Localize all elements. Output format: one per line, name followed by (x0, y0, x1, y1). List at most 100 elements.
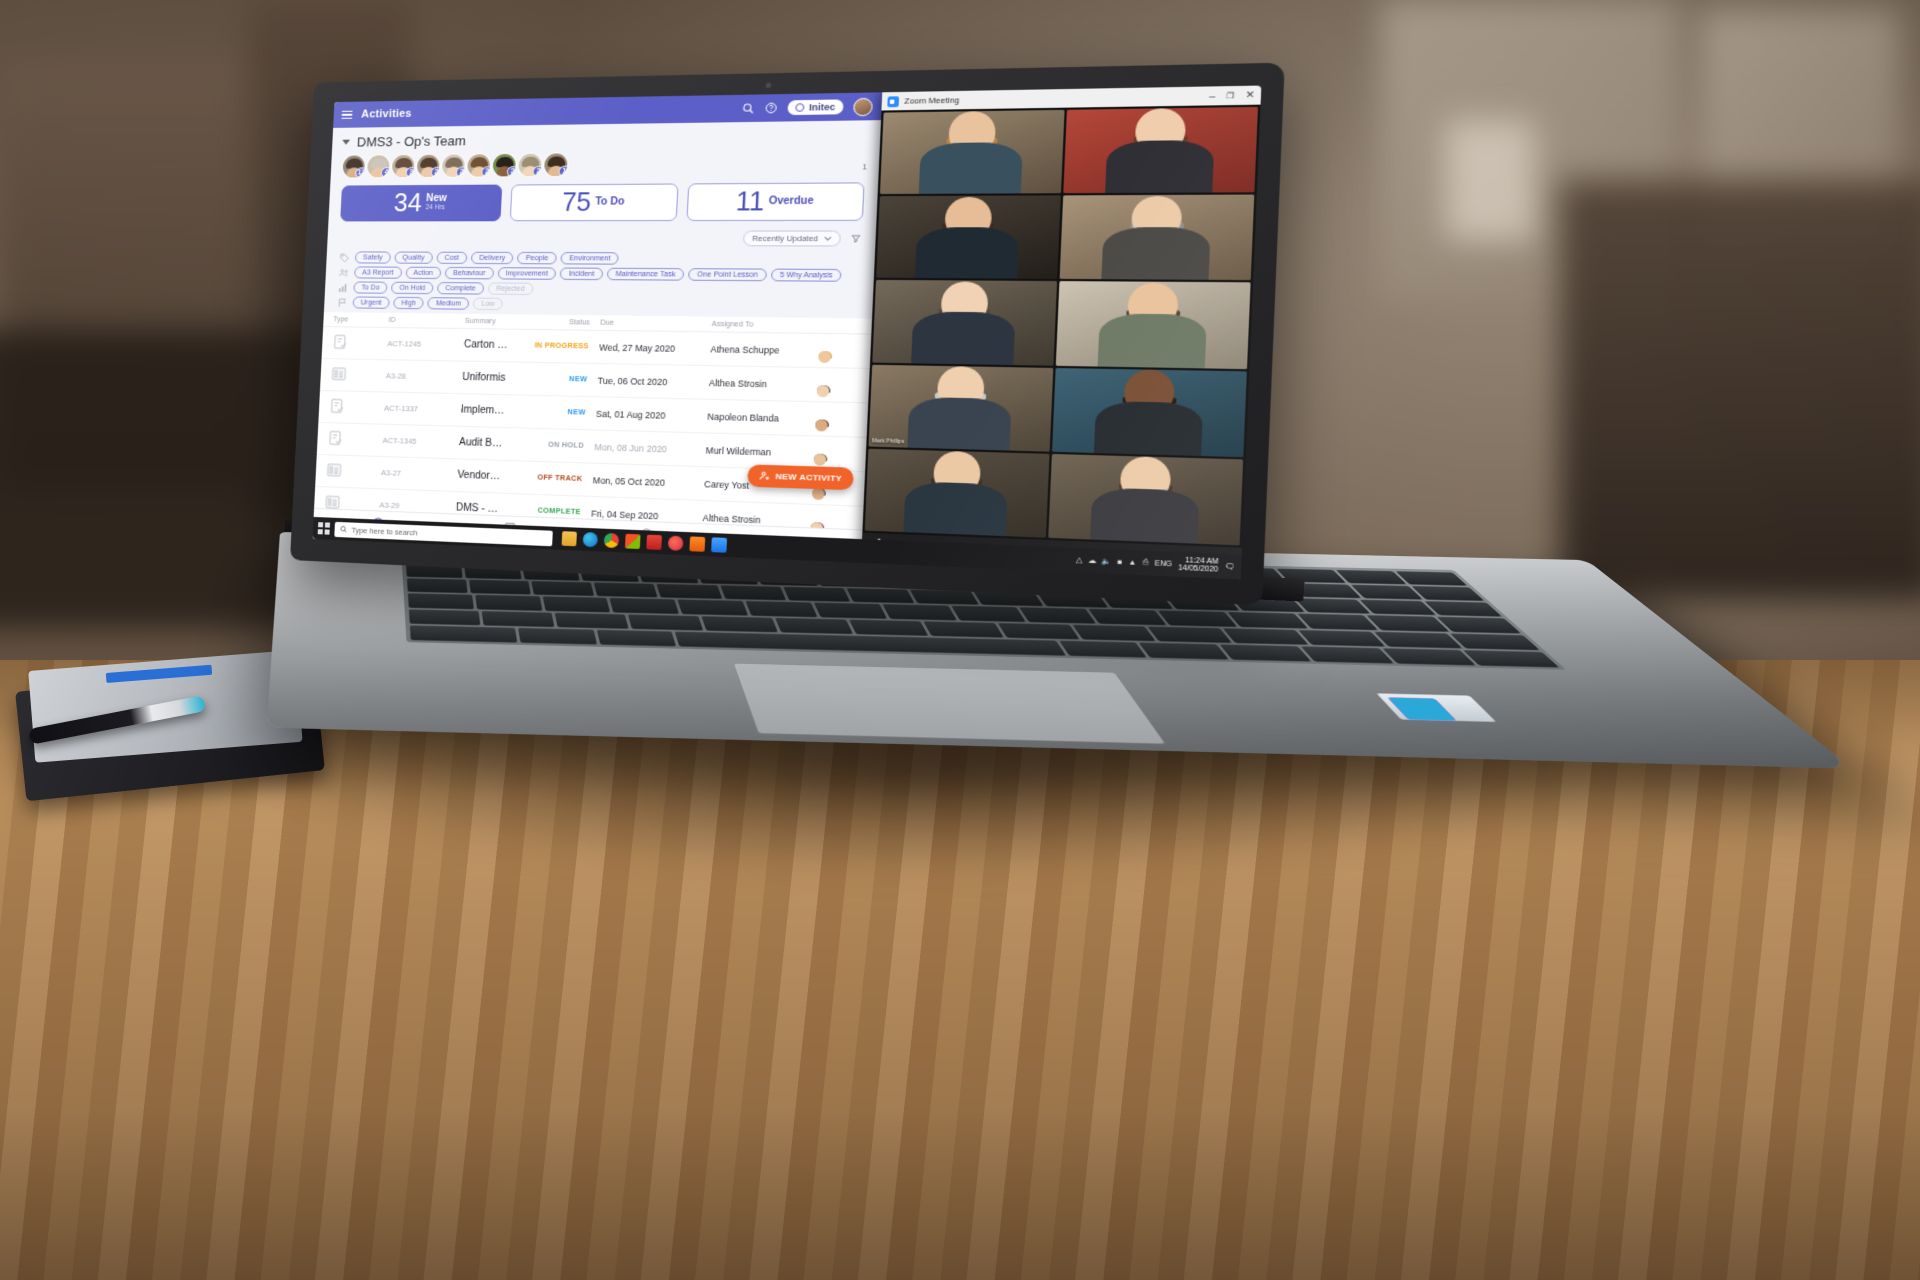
member-avatar[interactable]: 3 (391, 154, 415, 178)
participant-tile[interactable] (872, 280, 1058, 366)
chrome-browser-icon[interactable] (603, 532, 620, 549)
filter-funnel-icon[interactable] (849, 234, 862, 244)
chevron-down-icon[interactable] (342, 139, 351, 145)
search-icon[interactable] (742, 102, 756, 115)
battery-icon[interactable]: ■ (1117, 558, 1122, 566)
maximize-button[interactable]: ❐ (1226, 91, 1234, 100)
status-badge: NEW (567, 409, 586, 417)
chip-high[interactable]: High (393, 296, 425, 310)
activities-app: Activities Initec DMS3 - Op's Team 13 4 … (312, 92, 883, 563)
clock-date: 14/05/2020 (1177, 564, 1219, 574)
member-avatar[interactable]: 2 (441, 154, 466, 177)
activities-table: Type ID Summary Status Due Assigned To A… (314, 312, 872, 530)
chip-maintenance-task[interactable]: Maintenance Task (606, 267, 685, 281)
chip-low[interactable]: Low (473, 297, 504, 311)
chip-action[interactable]: Action (405, 266, 442, 280)
status-badge: COMPLETE (537, 507, 581, 517)
kpi-sublabel: 24 Hrs (425, 203, 446, 212)
pdf-reader-icon[interactable] (646, 534, 662, 550)
screen-recorder-icon[interactable] (667, 535, 684, 551)
kpi-cards: 34 New 24 Hrs 75 To Do 11 Overdue (328, 180, 878, 229)
chip-rejected[interactable]: Rejected (487, 282, 534, 296)
laptop: Activities Initec DMS3 - Op's Team 13 4 … (266, 62, 1854, 820)
chip-5-why-analysis[interactable]: 5 Why Analysis (770, 268, 842, 282)
messaging-icon[interactable] (689, 536, 706, 552)
hamburger-icon[interactable] (341, 110, 353, 120)
windows-start-icon[interactable] (317, 522, 331, 535)
column-header-summary: Summary (464, 317, 496, 326)
participant-tile[interactable] (864, 448, 1051, 538)
volume-icon[interactable]: 🔈 (1102, 557, 1112, 566)
taskbar-clock[interactable]: 11:24 AM 14/05/2020 (1178, 556, 1219, 575)
system-tray: △ ☁ 🔈 ■ ▲ ⎙ ENG 11:24 AM 14/05/2020 🗨 (1076, 552, 1236, 575)
minimize-button[interactable]: – (1209, 90, 1216, 101)
chip-medium[interactable]: Medium (427, 297, 470, 310)
microsoft-store-icon[interactable] (624, 533, 641, 550)
sort-label: Recently Updated (751, 233, 819, 244)
participant-tile[interactable] (875, 195, 1062, 280)
participant-tile[interactable]: Mark Phillips (868, 364, 1054, 452)
new-activity-label: NEW ACTIVITY (775, 471, 843, 484)
edge-browser-icon[interactable] (582, 532, 599, 548)
chip-behaviour[interactable]: Behaviour (444, 266, 494, 280)
chip-to-do[interactable]: To Do (353, 281, 388, 294)
org-pill[interactable]: Initec (787, 99, 844, 116)
activity-summary: Vendor Analysis Audit (457, 469, 502, 483)
language-indicator[interactable]: ENG (1155, 559, 1173, 568)
onedrive-icon[interactable]: ☁ (1088, 556, 1096, 565)
participant-tile[interactable] (1056, 281, 1251, 369)
chip-delivery[interactable]: Delivery (470, 251, 514, 265)
kpi-card-new[interactable]: 34 New 24 Hrs (340, 184, 502, 222)
zoom-logo-icon (887, 95, 899, 107)
participant-tile[interactable] (1060, 194, 1255, 281)
new-activity-button[interactable]: NEW ACTIVITY (747, 464, 854, 491)
people-icon (337, 267, 350, 278)
search-placeholder: Type here to search (351, 525, 418, 537)
member-avatar[interactable]: 2 (492, 153, 517, 177)
member-avatar[interactable]: 4 (366, 155, 390, 178)
user-avatar[interactable] (852, 97, 873, 116)
sort-dropdown[interactable]: Recently Updated (742, 230, 841, 247)
kpi-value: 34 (393, 188, 423, 217)
participant-tile[interactable] (1052, 367, 1247, 457)
chip-environment[interactable]: Environment (560, 252, 620, 265)
member-avatar[interactable]: 2 (416, 154, 440, 178)
kpi-card-todo[interactable]: 75 To Do (509, 183, 679, 222)
chip-incident[interactable]: Incident (560, 267, 604, 281)
show-hidden-icon[interactable]: △ (1076, 556, 1082, 565)
sort-filter-row: Recently Updated (327, 229, 876, 250)
kpi-card-overdue[interactable]: 11 Overdue (686, 182, 865, 222)
chip-one-point-lesson[interactable]: One Point Lesson (688, 268, 767, 282)
member-avatar[interactable]: 1 (543, 153, 568, 177)
trackpad[interactable] (732, 662, 1167, 745)
close-button[interactable]: ✕ (1245, 89, 1255, 101)
due-date: Tue, 06 Oct 2020 (597, 374, 668, 387)
member-count-badge: 4 (380, 167, 390, 178)
search-icon (339, 525, 347, 533)
bar-chart-icon (338, 283, 347, 292)
chevron-down-icon (824, 236, 832, 241)
search-input[interactable]: Type here to search (334, 521, 553, 546)
chip-row-status: To Do On Hold Complete Rejected (337, 281, 860, 298)
participant-tile[interactable] (1063, 106, 1258, 194)
chip-safety[interactable]: Safety (354, 251, 391, 264)
chip-complete[interactable]: Complete (436, 282, 485, 295)
chip-cost[interactable]: Cost (436, 251, 468, 264)
keyboard-icon[interactable]: ⎙ (1142, 558, 1149, 567)
chip-people[interactable]: People (517, 251, 557, 265)
chip-on-hold[interactable]: On Hold (391, 281, 434, 295)
member-avatar[interactable]: 2 (518, 153, 542, 177)
chip-a3-report[interactable]: A3 Report (354, 266, 402, 279)
zoom-app-icon[interactable] (711, 537, 728, 553)
chip-quality[interactable]: Quality (394, 251, 433, 264)
member-avatar[interactable]: 13 (342, 155, 366, 178)
participant-tile[interactable] (879, 109, 1066, 195)
chip-urgent[interactable]: Urgent (352, 296, 390, 309)
member-avatar[interactable]: 2 (466, 154, 491, 177)
network-icon[interactable]: ▲ (1128, 558, 1136, 566)
participant-tile[interactable] (1048, 453, 1244, 546)
file-explorer-icon[interactable] (561, 531, 577, 547)
chip-improvement[interactable]: Improvement (497, 267, 557, 280)
action-center-icon[interactable]: 🗨 (1224, 562, 1235, 571)
help-circle-icon[interactable] (765, 102, 779, 115)
